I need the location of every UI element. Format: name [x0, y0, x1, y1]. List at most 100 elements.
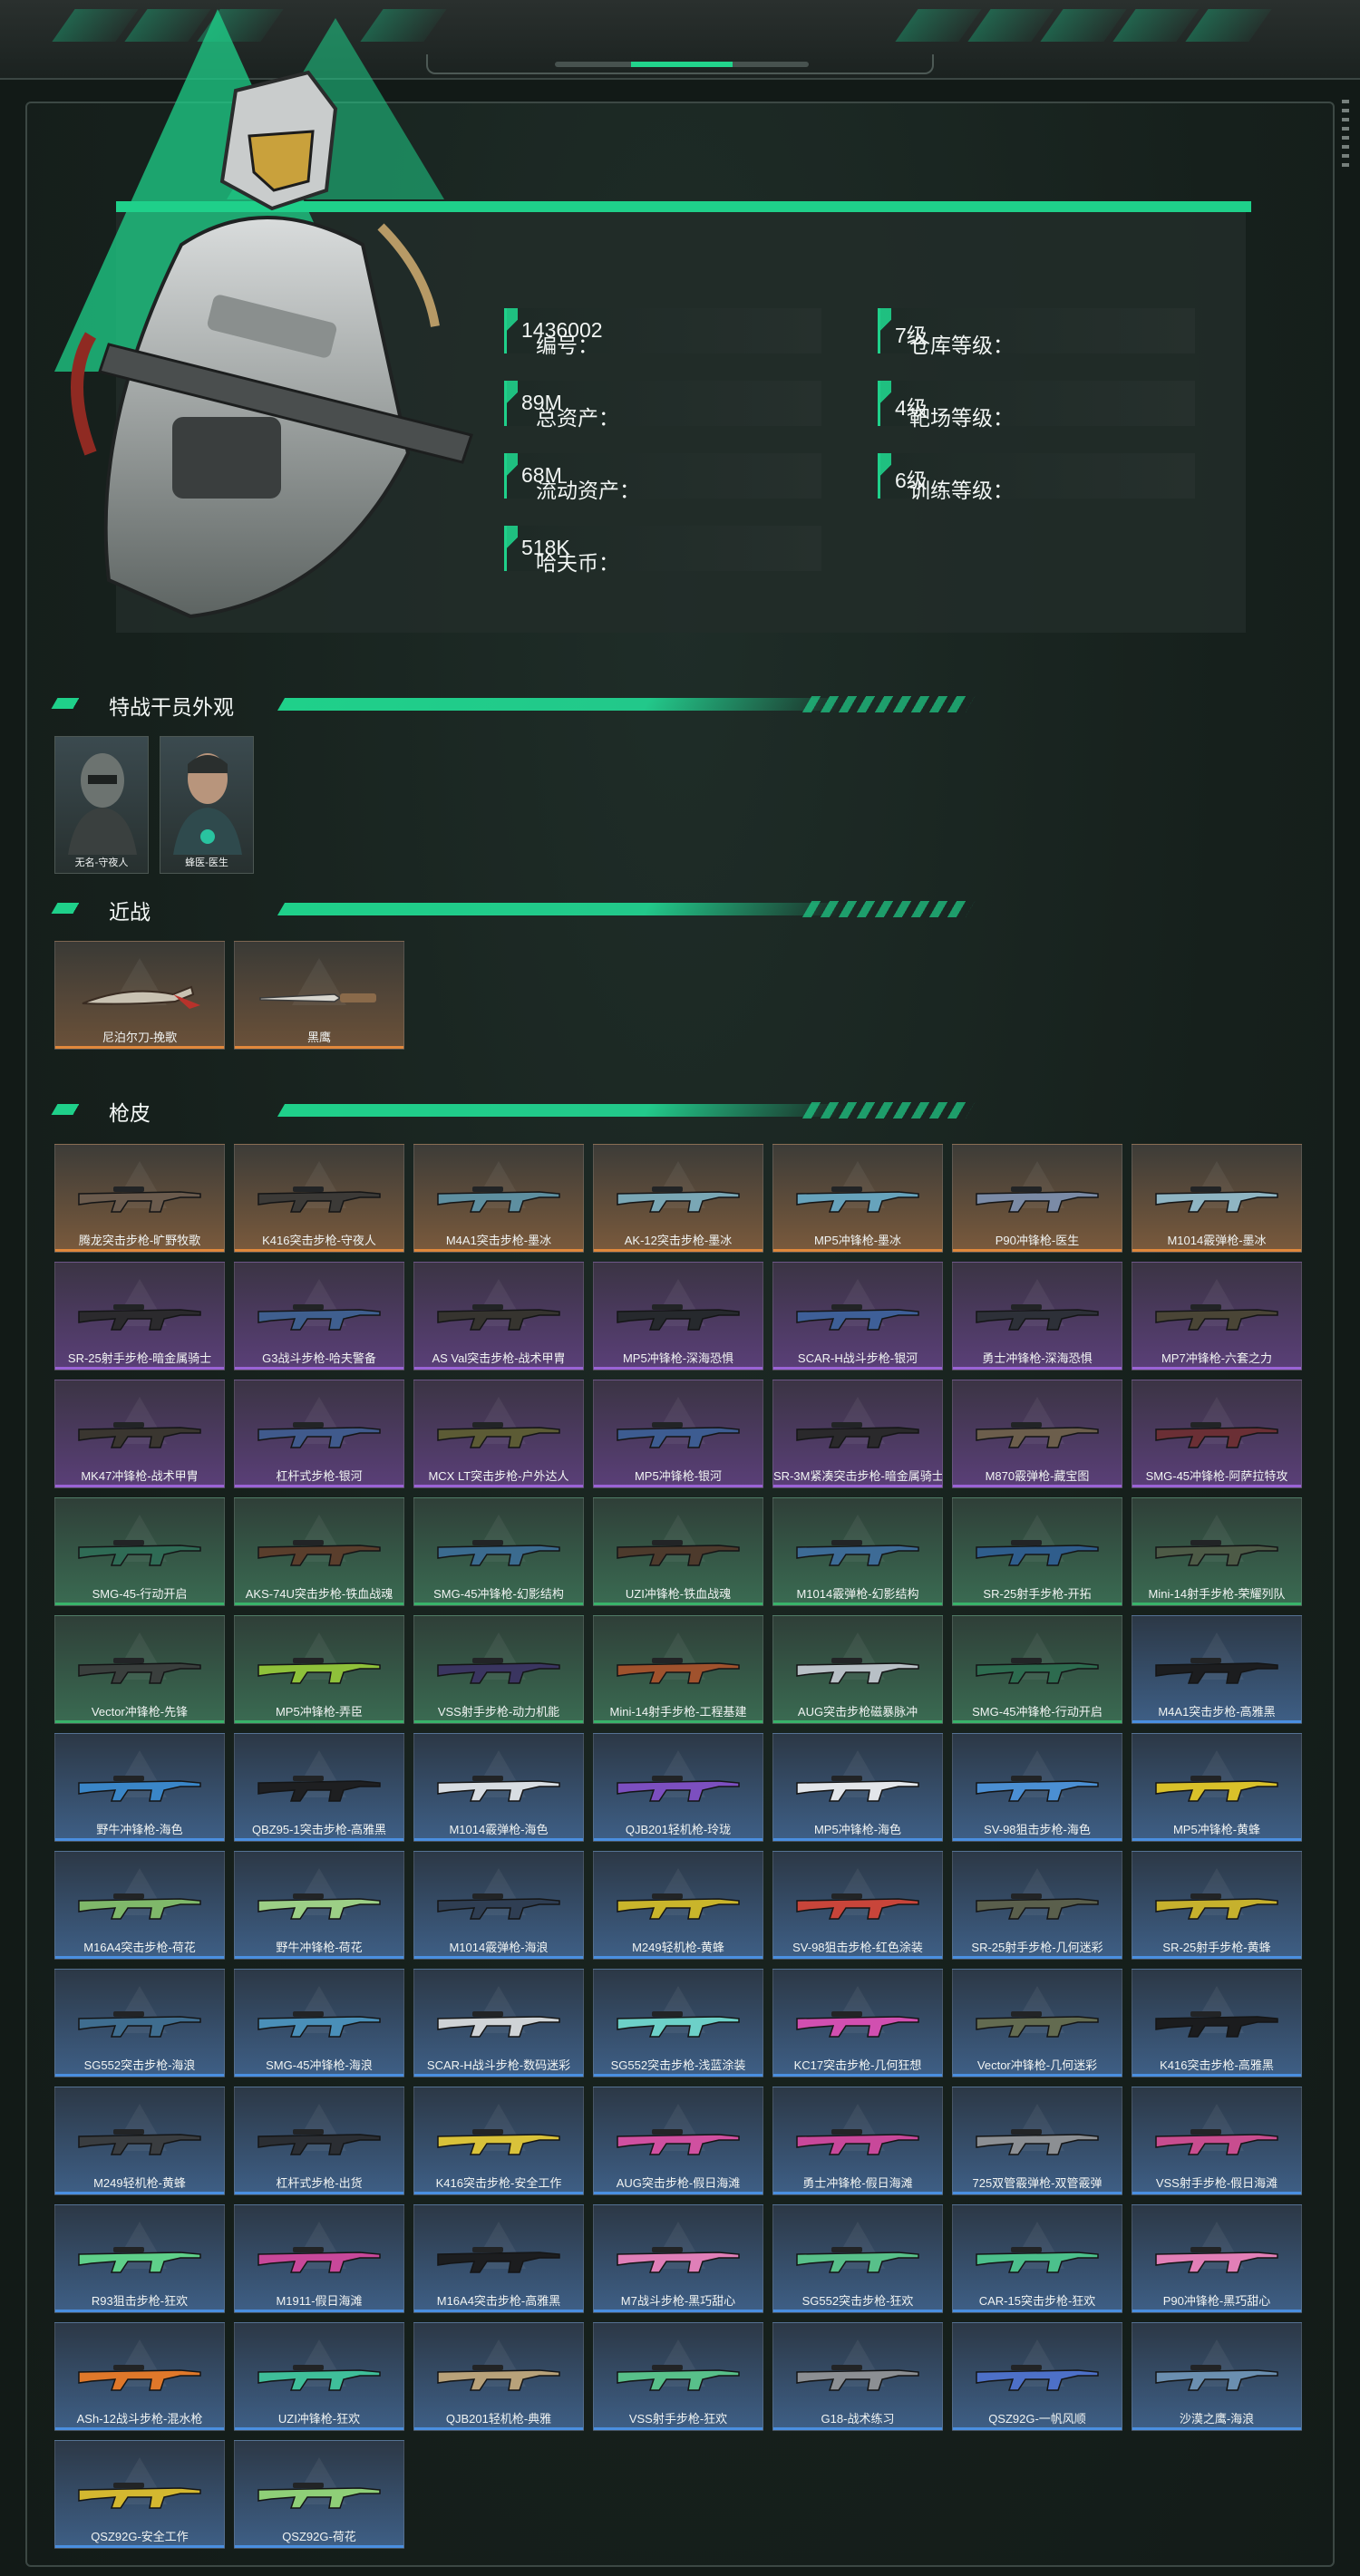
gun-skin-card[interactable]: R93狙击步枪-狂欢 — [54, 2204, 225, 2313]
gun-skin-card[interactable]: M1911-假日海滩 — [234, 2204, 404, 2313]
gun-skin-card[interactable]: M1014霰弹枪-海浪 — [413, 1851, 584, 1960]
gun-skin-card[interactable]: G18-战术练习 — [772, 2322, 943, 2431]
gun-skin-card[interactable]: SG552突击步枪-狂欢 — [772, 2204, 943, 2313]
rarity-stripe — [1132, 1603, 1301, 1605]
gun-skin-card[interactable]: 腾龙突击步枪-旷野牧歌 — [54, 1144, 225, 1253]
gun-skin-card[interactable]: M16A4突击步枪-荷花 — [54, 1851, 225, 1960]
gun-skin-card[interactable]: G3战斗步枪-哈夫警备 — [234, 1262, 404, 1370]
rarity-stripe — [414, 2310, 583, 2312]
gun-skin-card[interactable]: AUG突击步枪磁暴脉冲 — [772, 1615, 943, 1724]
gun-skin-card[interactable]: QSZ92G-荷花 — [234, 2440, 404, 2549]
gun-skin-card[interactable]: MK47冲锋枪-战术甲胄 — [54, 1380, 225, 1488]
gun-skin-card[interactable]: M16A4突击步枪-高雅黑 — [413, 2204, 584, 2313]
gun-skin-card[interactable]: 杠杆式步枪-银河 — [234, 1380, 404, 1488]
gun-skin-card[interactable]: SCAR-H战斗步枪-银河 — [772, 1262, 943, 1370]
rarity-stripe — [594, 2074, 763, 2077]
gun-skin-card[interactable]: UZI冲锋枪-狂欢 — [234, 2322, 404, 2431]
gun-skin-card[interactable]: M1014霰弹枪-墨冰 — [1132, 1144, 1302, 1253]
gun-skin-card[interactable]: 野牛冲锋枪-海色 — [54, 1733, 225, 1842]
gun-skin-card[interactable]: MP5冲锋枪-海色 — [772, 1733, 943, 1842]
gun-skin-card[interactable]: M7战斗步枪-黑巧甜心 — [593, 2204, 763, 2313]
gun-skin-card[interactable]: SR-3M紧凑突击步枪-暗金属骑士 — [772, 1380, 943, 1488]
gun-skin-card[interactable]: 杠杆式步枪-出货 — [234, 2087, 404, 2195]
gun-image — [78, 2365, 201, 2391]
gun-skin-card[interactable]: SG552突击步枪-浅蓝涂装 — [593, 1969, 763, 2077]
gun-skin-card[interactable]: AS Val突击步枪-战术甲胄 — [413, 1262, 584, 1370]
gun-skin-card[interactable]: P90冲锋枪-医生 — [952, 1144, 1122, 1253]
gun-skin-card[interactable]: MP5冲锋枪-弄臣 — [234, 1615, 404, 1724]
gun-skin-card[interactable]: 勇士冲锋枪-假日海滩 — [772, 2087, 943, 2195]
gun-skin-card[interactable]: SG552突击步枪-海浪 — [54, 1969, 225, 2077]
operator-skin-card[interactable]: 无名-守夜人 — [54, 736, 149, 874]
gun-image — [437, 1658, 560, 1684]
gun-skin-card[interactable]: 沙漠之鹰-海浪 — [1132, 2322, 1302, 2431]
gun-skin-card[interactable]: ASh-12战斗步枪-混水枪 — [54, 2322, 225, 2431]
gun-image — [796, 1304, 919, 1331]
operator-skin-card[interactable]: 蜂医-医生 — [160, 736, 254, 874]
gun-skin-card[interactable]: Vector冲锋枪-先锋 — [54, 1615, 225, 1724]
stat-id: 编号： 1436002 — [504, 308, 821, 357]
scrollbar[interactable] — [1342, 100, 1349, 172]
gun-skin-card[interactable]: 725双管霰弹枪-双管霰弹 — [952, 2087, 1122, 2195]
gun-skin-card[interactable]: SV-98狙击步枪-红色涂装 — [772, 1851, 943, 1960]
operator-skin-image — [173, 753, 242, 855]
gun-skin-card[interactable]: M4A1突击步枪-高雅黑 — [1132, 1615, 1302, 1724]
gun-skin-card[interactable]: K416突击步枪-高雅黑 — [1132, 1969, 1302, 2077]
melee-card[interactable]: 尼泊尔刀-挽歌 — [54, 941, 225, 1050]
gun-skin-card[interactable]: SCAR-H战斗步枪-数码迷彩 — [413, 1969, 584, 2077]
gun-skin-card[interactable]: AKS-74U突击步枪-铁血战魂 — [234, 1497, 404, 1606]
stat-label: 靶场等级： — [909, 406, 1014, 430]
melee-card[interactable]: 黑鹰 — [234, 941, 404, 1050]
rarity-stripe — [235, 1367, 403, 1370]
gun-skin-card[interactable]: M1014霰弹枪-海色 — [413, 1733, 584, 1842]
gun-skin-card[interactable]: QJB201轻机枪-玲珑 — [593, 1733, 763, 1842]
gun-skin-card[interactable]: MP5冲锋枪-黄蜂 — [1132, 1733, 1302, 1842]
gun-image — [78, 1658, 201, 1684]
gun-skin-card[interactable]: K416突击步枪-安全工作 — [413, 2087, 584, 2195]
gun-skin-card[interactable]: SMG-45冲锋枪-幻影结构 — [413, 1497, 584, 1606]
gun-image — [257, 2365, 381, 2391]
gun-skin-card[interactable]: Vector冲锋枪-几何迷彩 — [952, 1969, 1122, 2077]
gun-skin-card[interactable]: 野牛冲锋枪-荷花 — [234, 1851, 404, 1960]
gun-skin-card[interactable]: SR-25射手步枪-几何迷彩 — [952, 1851, 1122, 1960]
gun-skin-card[interactable]: MCX LT突击步枪-户外达人 — [413, 1380, 584, 1488]
gun-image — [1155, 1893, 1278, 1920]
gun-skin-card[interactable]: SMG-45冲锋枪-阿萨拉特攻 — [1132, 1380, 1302, 1488]
gun-skin-card[interactable]: AK-12突击步枪-墨冰 — [593, 1144, 763, 1253]
gun-skin-card[interactable]: SMG-45冲锋枪-海浪 — [234, 1969, 404, 2077]
gun-image — [1155, 1422, 1278, 1448]
gun-skin-card[interactable]: QBZ95-1突击步枪-高雅黑 — [234, 1733, 404, 1842]
gun-skin-card[interactable]: M870霰弹枪-藏宝图 — [952, 1380, 1122, 1488]
gun-skin-card[interactable]: SV-98狙击步枪-海色 — [952, 1733, 1122, 1842]
gun-skin-card[interactable]: K416突击步枪-守夜人 — [234, 1144, 404, 1253]
gun-skin-card[interactable]: Mini-14射手步枪-工程基建 — [593, 1615, 763, 1724]
gun-skin-card[interactable]: UZI冲锋枪-铁血战魂 — [593, 1497, 763, 1606]
rarity-stripe — [235, 1956, 403, 1959]
gun-skin-card[interactable]: P90冲锋枪-黑巧甜心 — [1132, 2204, 1302, 2313]
gun-skin-card[interactable]: MP7冲锋枪-六套之力 — [1132, 1262, 1302, 1370]
gun-skin-card[interactable]: SR-25射手步枪-黄蜂 — [1132, 1851, 1302, 1960]
gun-skin-card[interactable]: VSS射手步枪-动力机能 — [413, 1615, 584, 1724]
gun-skin-card[interactable]: MP5冲锋枪-墨冰 — [772, 1144, 943, 1253]
gun-skin-card[interactable]: SMG-45-行动开启 — [54, 1497, 225, 1606]
gun-skin-card[interactable]: KC17突击步枪-几何狂想 — [772, 1969, 943, 2077]
gun-skin-card[interactable]: M249轻机枪-黄蜂 — [593, 1851, 763, 1960]
gun-skin-card[interactable]: Mini-14射手步枪-荣耀列队 — [1132, 1497, 1302, 1606]
gun-skin-card[interactable]: CAR-15突击步枪-狂欢 — [952, 2204, 1122, 2313]
gun-skin-card[interactable]: M1014霰弹枪-幻影结构 — [772, 1497, 943, 1606]
gun-skin-card[interactable]: M4A1突击步枪-墨冰 — [413, 1144, 584, 1253]
gun-skin-card[interactable]: VSS射手步枪-假日海滩 — [1132, 2087, 1302, 2195]
gun-skin-card[interactable]: SMG-45冲锋枪-行动开启 — [952, 1615, 1122, 1724]
gun-skin-card[interactable]: VSS射手步枪-狂欢 — [593, 2322, 763, 2431]
gun-skin-card[interactable]: QSZ92G-一帆风顺 — [952, 2322, 1122, 2431]
gun-skin-card[interactable]: QSZ92G-安全工作 — [54, 2440, 225, 2549]
gun-skin-card[interactable]: QJB201轻机枪-典雅 — [413, 2322, 584, 2431]
gun-skin-card[interactable]: AUG突击步枪-假日海滩 — [593, 2087, 763, 2195]
gun-skin-card[interactable]: MP5冲锋枪-银河 — [593, 1380, 763, 1488]
gun-skin-card[interactable]: SR-25射手步枪-暗金属骑士 — [54, 1262, 225, 1370]
gun-skin-card[interactable]: MP5冲锋枪-深海恐惧 — [593, 1262, 763, 1370]
stat-label: 哈夫币： — [536, 551, 619, 575]
gun-skin-card[interactable]: M249轻机枪-黄蜂 — [54, 2087, 225, 2195]
gun-skin-card[interactable]: SR-25射手步枪-开拓 — [952, 1497, 1122, 1606]
gun-skin-card[interactable]: 勇士冲锋枪-深海恐惧 — [952, 1262, 1122, 1370]
